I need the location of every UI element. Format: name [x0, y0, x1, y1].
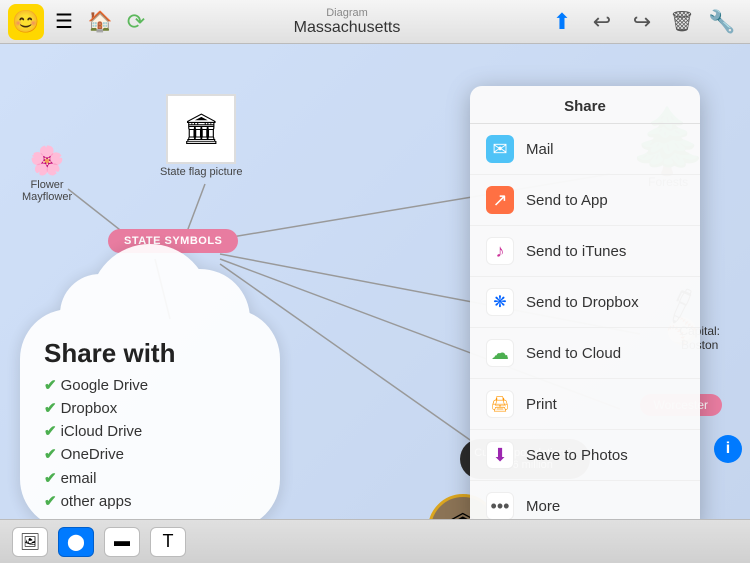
menu-icon[interactable]: ☰: [48, 6, 80, 38]
flower-icon: 🌸: [30, 144, 65, 177]
dropbox-icon: ❋: [486, 288, 514, 316]
gallery-icon[interactable]: 🖼: [12, 527, 48, 557]
mind-map-canvas: 🌸 Flower Mayflower 🏛 State flag picture …: [0, 44, 750, 519]
home-icon[interactable]: 🏠: [84, 6, 116, 38]
more-label: More: [526, 498, 560, 515]
save-photos-label: Save to Photos: [526, 447, 628, 464]
share-cloud-item[interactable]: ☁ Send to Cloud: [470, 328, 700, 379]
app-logo-icon[interactable]: 😊: [8, 4, 44, 40]
send-to-cloud-label: Send to Cloud: [526, 345, 621, 362]
print-label: Print: [526, 396, 557, 413]
info-button[interactable]: i: [714, 435, 742, 463]
redo-icon[interactable]: ↪: [626, 6, 658, 38]
cloud-content: Share with ✔Google Drive ✔Dropbox ✔iClou…: [30, 329, 280, 519]
rectangle-tool[interactable]: ▬: [104, 527, 140, 557]
share-mail-item[interactable]: ✉ Mail: [470, 124, 700, 175]
share-more-item[interactable]: ••• More: [470, 481, 700, 519]
save-photos-icon: ⬇: [486, 441, 514, 469]
itunes-icon: ♪: [486, 237, 514, 265]
settings-icon[interactable]: 🔧: [706, 6, 738, 38]
print-icon: 🖨: [486, 390, 514, 418]
text-tool[interactable]: T: [150, 527, 186, 557]
send-to-app-label: Send to App: [526, 192, 608, 209]
flower-label: Flower Mayflower: [22, 179, 72, 203]
top-toolbar: 😊 ☰ 🏠 ⟳ Diagram Massachusetts ⬆ ↩ ↪ 🗑 🔧: [0, 0, 750, 44]
flag-node: 🏛 State flag picture: [160, 94, 243, 178]
cloud-title: Share with: [44, 339, 266, 368]
share-nav-icon[interactable]: ⟳: [120, 6, 152, 38]
cloud-item-6: ✔other apps: [44, 490, 266, 513]
undo-icon[interactable]: ↩: [586, 6, 618, 38]
diagram-label: Diagram: [160, 7, 534, 19]
state-symbols-node[interactable]: STATE SYMBOLS: [108, 229, 238, 253]
cloud-item-4: ✔OneDrive: [44, 443, 266, 466]
diagram-title-area: Diagram Massachusetts: [160, 7, 534, 37]
mail-icon: ✉: [486, 135, 514, 163]
share-popup-header: Share: [470, 86, 700, 124]
send-to-app-icon: ↗: [486, 186, 514, 214]
share-app-item[interactable]: ↗ Send to App: [470, 175, 700, 226]
cloud-item-1: ✔Google Drive: [44, 374, 266, 397]
bottom-toolbar: 🖼 ⬤ ▬ T: [0, 519, 750, 563]
circle-tool[interactable]: ⬤: [58, 527, 94, 557]
cloud-item-2: ✔Dropbox: [44, 397, 266, 420]
share-itunes-item[interactable]: ♪ Send to iTunes: [470, 226, 700, 277]
mail-label: Mail: [526, 141, 554, 158]
flag-image: 🏛: [166, 94, 236, 164]
flag-label: State flag picture: [160, 166, 243, 178]
share-popup: Share ✉ Mail ↗ Send to App ♪ Send to iTu…: [470, 86, 700, 519]
share-dropbox-item[interactable]: ❋ Send to Dropbox: [470, 277, 700, 328]
diagram-title: Massachusetts: [160, 19, 534, 37]
export-icon[interactable]: ⬆: [546, 6, 578, 38]
more-icon: •••: [486, 492, 514, 519]
cloud-item-5: ✔email: [44, 467, 266, 490]
cloud-icon: ☁: [486, 339, 514, 367]
trash-icon[interactable]: 🗑: [666, 6, 698, 38]
dropbox-label: Send to Dropbox: [526, 294, 639, 311]
cloud-item-3: ✔iCloud Drive: [44, 420, 266, 443]
share-photos-item[interactable]: ⬇ Save to Photos: [470, 430, 700, 481]
itunes-label: Send to iTunes: [526, 243, 626, 260]
flower-node: 🌸 Flower Mayflower: [22, 144, 72, 203]
cloud-share-node: Share with ✔Google Drive ✔Dropbox ✔iClou…: [20, 309, 300, 519]
share-print-item[interactable]: 🖨 Print: [470, 379, 700, 430]
